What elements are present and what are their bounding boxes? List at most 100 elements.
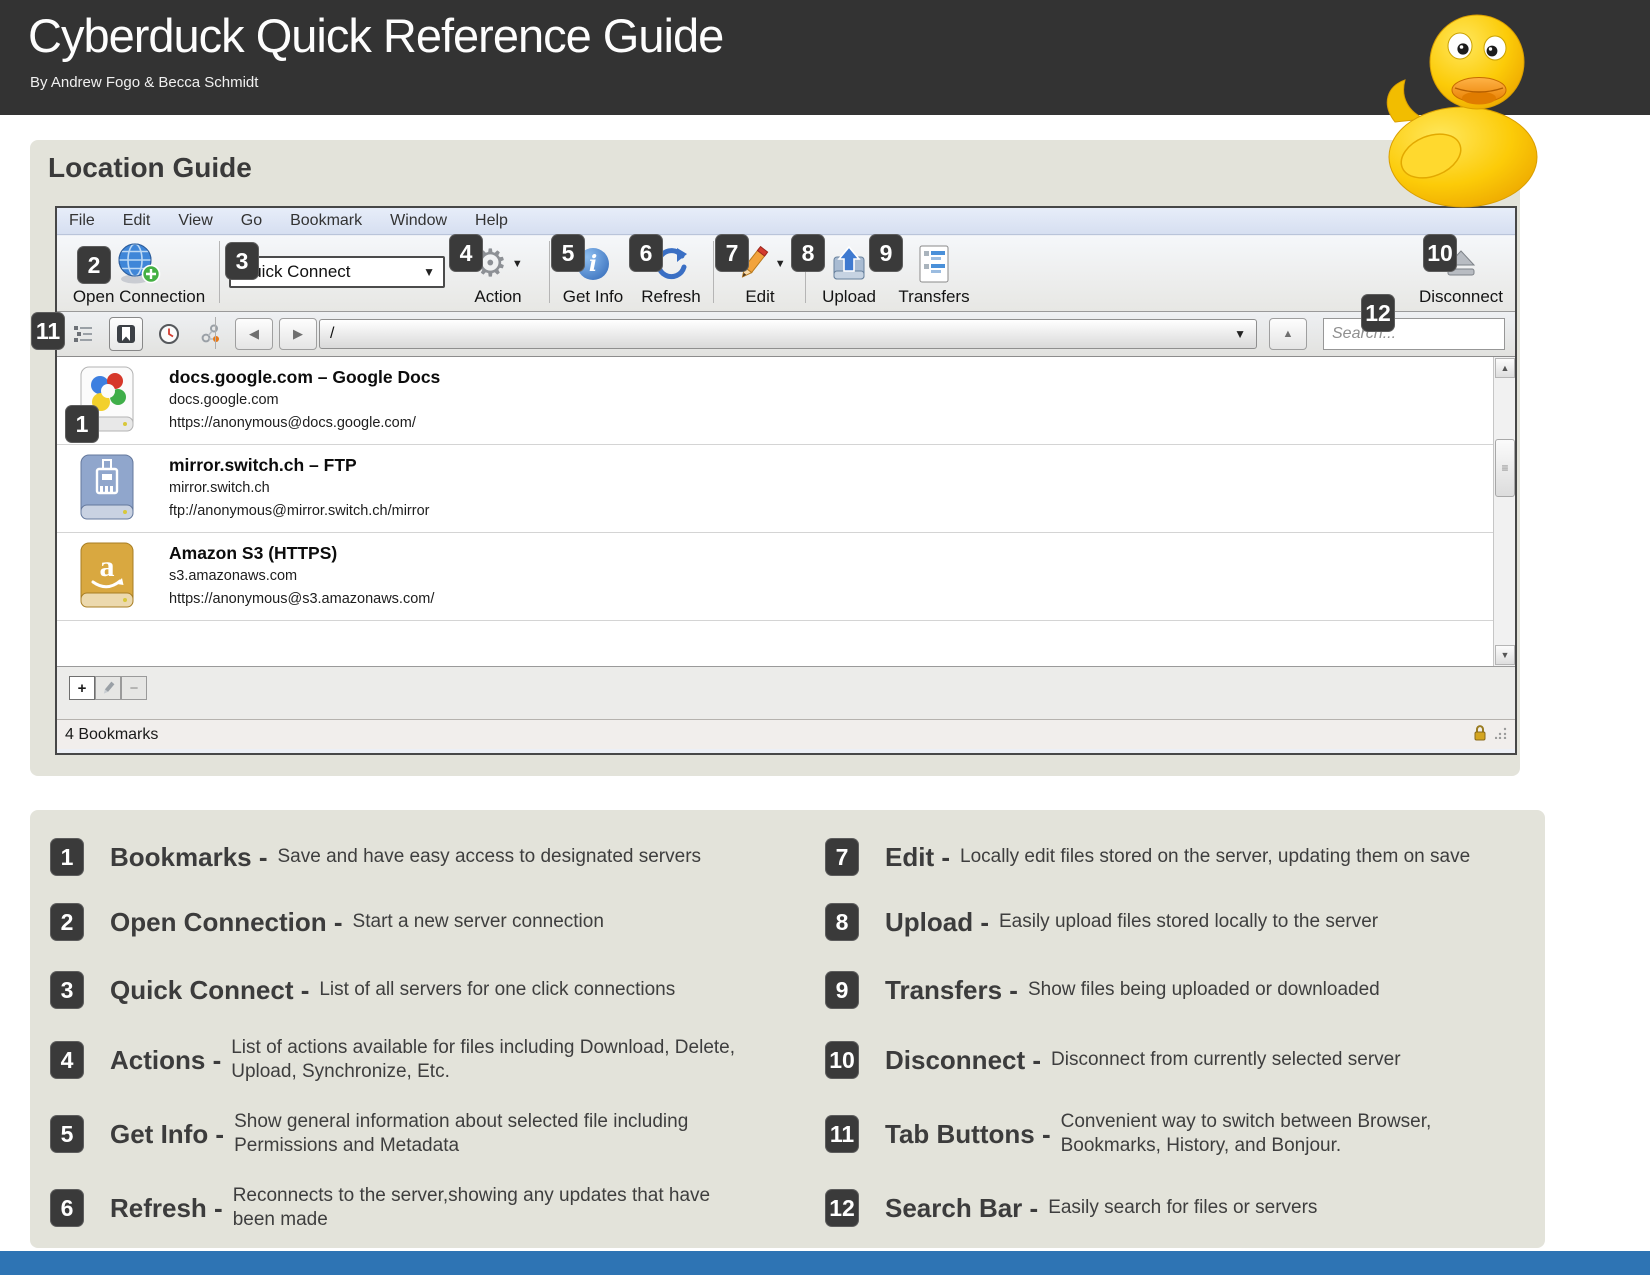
location-guide-card: Location Guide File Edit View Go Bookmar… — [30, 140, 1520, 776]
toolbar-separator — [549, 241, 550, 303]
arrow-right-icon: ▶ — [293, 326, 303, 342]
disconnect-label: Disconnect — [1413, 287, 1509, 307]
bookmark-host: docs.google.com — [169, 389, 440, 412]
legend-7-badge: 7 — [825, 838, 859, 876]
legend-item-quick-connect: 3 Quick Connect - List of all servers fo… — [30, 956, 805, 1024]
menu-help[interactable]: Help — [475, 212, 508, 230]
back-button[interactable]: ◀ — [235, 318, 273, 350]
page-title: Cyberduck Quick Reference Guide — [28, 8, 723, 63]
legend-9-badge: 9 — [825, 971, 859, 1009]
bookmark-edit-bar: + − — [57, 666, 1515, 721]
transfers-icon — [891, 242, 977, 286]
menu-view[interactable]: View — [178, 212, 212, 230]
legend-item-actions: 4 Actions - List of actions available fo… — [30, 1024, 805, 1096]
vertical-scrollbar[interactable]: ▲ ≡ ▼ — [1493, 357, 1515, 666]
open-connection-label: Open Connection — [63, 287, 215, 307]
toolbar-separator — [713, 241, 714, 303]
scroll-up-button[interactable]: ▲ — [1495, 358, 1515, 378]
legend-desc: Easily search for files or servers — [1048, 1196, 1317, 1220]
legend-title: Actions - — [110, 1045, 221, 1076]
path-combobox[interactable]: / ▼ — [319, 319, 1257, 349]
tab-browser[interactable] — [67, 318, 99, 350]
scrollbar-thumb[interactable]: ≡ — [1495, 439, 1515, 497]
legend-title: Upload - — [885, 907, 989, 938]
callout-3-badge: 3 — [225, 242, 259, 280]
legend-item-open-connection: 2 Open Connection - Start a new server c… — [30, 888, 805, 956]
remove-bookmark-button[interactable]: − — [121, 676, 147, 700]
bookmark-url: ftp://anonymous@mirror.switch.ch/mirror — [169, 500, 429, 523]
cyberduck-window: File Edit View Go Bookmark Window Help — [55, 206, 1517, 755]
legend-desc: List of actions available for files incl… — [231, 1036, 736, 1084]
resize-grip[interactable] — [1495, 726, 1507, 744]
legend-desc: Easily upload files stored locally to th… — [999, 910, 1378, 934]
svg-text:a: a — [100, 550, 115, 583]
legend-item-search-bar: 12 Search Bar - Easily search for files … — [805, 1172, 1545, 1244]
legend-desc: Save and have easy access to designated … — [278, 845, 702, 869]
legend-title: Refresh - — [110, 1193, 223, 1224]
legend-title: Disconnect - — [885, 1045, 1041, 1076]
tab-history[interactable] — [153, 318, 185, 350]
callout-1-badge: 1 — [65, 405, 99, 443]
legend-desc: Disconnect from currently selected serve… — [1051, 1048, 1401, 1072]
search-input[interactable] — [1323, 318, 1505, 350]
callout-7-badge: 7 — [715, 234, 749, 272]
legend-12-badge: 12 — [825, 1189, 859, 1227]
menu-edit[interactable]: Edit — [123, 212, 151, 230]
callout-10-badge: 10 — [1423, 234, 1457, 272]
legend-11-badge: 11 — [825, 1115, 859, 1153]
arrow-up-icon: ▲ — [1283, 328, 1294, 340]
edit-label: Edit — [721, 287, 799, 307]
legend-title: Tab Buttons - — [885, 1119, 1051, 1150]
bookmark-title: Amazon S3 (HTTPS) — [169, 541, 434, 565]
bookmark-host: s3.amazonaws.com — [169, 565, 434, 588]
legend-8-badge: 8 — [825, 903, 859, 941]
transfers-label: Transfers — [891, 287, 977, 307]
bookmark-url: https://anonymous@docs.google.com/ — [169, 412, 440, 435]
menu-go[interactable]: Go — [241, 212, 262, 230]
legend-title: Bookmarks - — [110, 842, 268, 873]
refresh-label: Refresh — [635, 287, 707, 307]
edit-bookmark-button[interactable] — [95, 676, 121, 700]
bookmark-row-switch[interactable]: mirror.switch.ch – FTP mirror.switch.ch … — [57, 445, 1515, 533]
legend-title: Quick Connect - — [110, 975, 309, 1006]
menu-bookmark[interactable]: Bookmark — [290, 212, 362, 230]
legend-3-badge: 3 — [50, 971, 84, 1009]
s3-drive-icon: a — [75, 540, 139, 619]
legend-desc: Show general information about selected … — [234, 1110, 739, 1158]
transfers-button[interactable]: Transfers — [891, 242, 977, 307]
up-directory-button[interactable]: ▲ — [1269, 318, 1307, 350]
legend-4-badge: 4 — [50, 1041, 84, 1079]
tab-bonjour[interactable] — [195, 318, 227, 350]
quick-connect-combobox[interactable]: Quick Connect ▼ — [229, 256, 445, 288]
bookmark-row-google[interactable]: 1 docs.google.com – Google Docs docs.goo… — [57, 357, 1515, 445]
add-bookmark-button[interactable]: + — [69, 676, 95, 700]
callout-2-badge: 2 — [77, 246, 111, 284]
chevron-down-icon: ▼ — [775, 258, 786, 270]
bookmark-count: 4 Bookmarks — [65, 726, 158, 744]
legend-2-badge: 2 — [50, 903, 84, 941]
callout-5-badge: 5 — [551, 234, 585, 272]
callout-11-badge: 11 — [31, 312, 65, 350]
menu-file[interactable]: File — [69, 212, 95, 230]
pencil-icon — [102, 681, 115, 695]
toolbar: Open Connection Quick Connect ▼ ⚙ ▼ Acti… — [57, 236, 1515, 312]
info-glyph: i — [589, 251, 597, 277]
bottom-accent-bar — [0, 1251, 1650, 1275]
chevron-down-icon: ▼ — [512, 258, 523, 270]
menu-window[interactable]: Window — [390, 212, 447, 230]
tab-bookmarks[interactable] — [109, 317, 143, 351]
callout-12-badge: 12 — [1361, 294, 1395, 332]
callout-4-badge: 4 — [449, 234, 483, 272]
ftp-drive-icon — [75, 452, 139, 531]
page-byline: By Andrew Fogo & Becca Schmidt — [30, 74, 258, 91]
callout-6-badge: 6 — [629, 234, 663, 272]
forward-button[interactable]: ▶ — [279, 318, 317, 350]
toolbar-separator — [219, 241, 220, 303]
upload-label: Upload — [813, 287, 885, 307]
path-bar: ◀ ▶ / ▼ ▲ — [57, 312, 1515, 357]
legend-title: Search Bar - — [885, 1193, 1038, 1224]
bookmark-row-amazon[interactable]: a Amazon S3 (HTTPS) s3.amazonaws.com htt… — [57, 533, 1515, 621]
path-value: / — [330, 325, 334, 343]
scroll-down-button[interactable]: ▼ — [1495, 645, 1515, 665]
clock-icon — [158, 323, 180, 345]
